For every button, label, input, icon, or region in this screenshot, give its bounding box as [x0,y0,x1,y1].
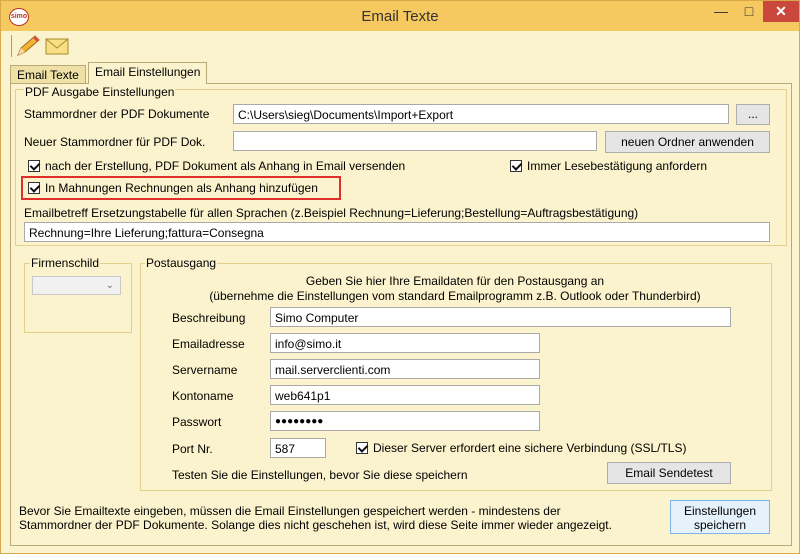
server-input[interactable]: mail.serverclienti.com [270,359,540,379]
root-folder-input[interactable]: C:\Users\sieg\Documents\Import+Export [233,104,729,124]
port-label: Port Nr. [172,442,213,456]
tab-email-texte[interactable]: Email Texte [10,65,86,84]
close-button[interactable]: ✕ [763,1,799,22]
window-title: Email Texte [361,8,439,25]
apply-new-folder-button[interactable]: neuen Ordner anwenden [605,131,770,153]
toolbar-grip [11,35,12,57]
pencil-icon[interactable] [15,35,41,57]
minimize-button[interactable]: — [707,1,735,22]
reminders-attach-checkbox[interactable] [28,182,40,194]
email-send-test-button[interactable]: Email Sendetest [607,462,731,484]
email-texte-window: simo Email Texte — □ ✕ Email Texte Email… [0,0,800,554]
account-label: Kontoname [172,389,234,403]
new-root-folder-label: Neuer Stammordner für PDF Dok. [24,135,206,149]
title-bar[interactable]: simo Email Texte — □ ✕ [1,1,799,31]
save-settings-button[interactable]: Einstellungen speichern [670,500,770,534]
description-input[interactable]: Simo Computer [270,307,731,327]
firmenschild-group [24,263,132,333]
read-receipt-label: Immer Lesebestätigung anfordern [527,159,708,173]
account-input[interactable]: web641p1 [270,385,540,405]
chevron-down-icon: ⌄ [105,280,114,291]
toolbar [1,31,799,61]
postausgang-intro-line1: Geben Sie hier Ihre Emaildaten für den P… [305,274,605,288]
root-folder-label: Stammordner der PDF Dokumente [24,107,210,121]
description-label: Beschreibung [172,311,246,325]
attach-pdf-checkbox[interactable] [28,160,40,172]
footer-note-line2: Stammordner der PDF Dokumente. Solange d… [19,518,612,532]
test-hint: Testen Sie die Einstellungen, bevor Sie … [172,468,468,482]
reminders-attach-label: In Mahnungen Rechnungen als Anhang hinzu… [45,181,318,195]
ssl-checkbox[interactable] [356,442,368,454]
postausgang-title: Postausgang [145,256,218,270]
password-label: Passwort [172,415,222,429]
firmenschild-select[interactable]: ⌄ [32,276,121,295]
port-input[interactable]: 587 [270,438,326,458]
server-label: Servername [172,363,238,377]
footer-note-line1: Bevor Sie Emailtexte eingeben, müssen di… [19,504,561,518]
postausgang-intro-line2: (übernehme die Einstellungen vom standar… [209,289,701,303]
browse-button[interactable]: ... [736,104,770,125]
new-root-folder-input[interactable] [233,131,597,151]
subject-table-input[interactable]: Rechnung=Ihre Lieferung;fattura=Consegna [24,222,770,242]
password-input[interactable]: ●●●●●●●● [270,411,540,431]
save-settings-line2: speichern [693,518,747,532]
firmenschild-title: Firmenschild [30,256,101,270]
email-input[interactable]: info@simo.it [270,333,540,353]
attach-pdf-label: nach der Erstellung, PDF Dokument als An… [45,159,406,173]
subject-table-label: Emailbetreff Ersetzungstabelle für allen… [24,206,639,220]
pdf-group-title: PDF Ausgabe Einstellungen [24,85,176,99]
email-label: Emailadresse [172,337,245,351]
mail-icon[interactable] [45,37,69,55]
read-receipt-checkbox[interactable] [510,160,522,172]
save-settings-line1: Einstellungen [683,504,757,518]
tab-email-einstellungen[interactable]: Email Einstellungen [88,62,208,84]
maximize-button[interactable]: □ [735,1,763,22]
ssl-label: Dieser Server erfordert eine sichere Ver… [373,441,687,455]
